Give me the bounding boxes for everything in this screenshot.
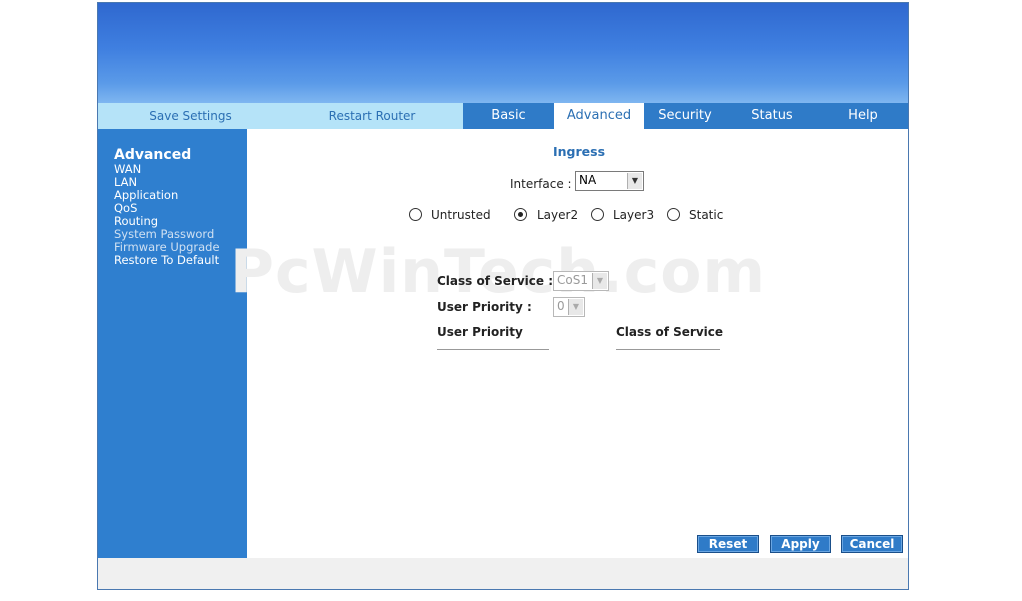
watermark: PcWinTech.com [230, 237, 767, 307]
radio-layer2[interactable] [514, 208, 527, 221]
section-title: Ingress [553, 144, 606, 159]
radio-layer2-label: Layer2 [537, 208, 579, 222]
chevron-down-icon: ▼ [568, 299, 583, 315]
main-content [247, 129, 908, 558]
top-navigation-bar: Save Settings Restart Router Basic Advan… [98, 103, 908, 129]
sidebar-menu: Advanced WAN LAN Application QoS Routing… [98, 129, 247, 558]
footer-bar [98, 558, 908, 589]
tab-advanced[interactable]: Advanced [554, 103, 644, 129]
chevron-down-icon: ▼ [627, 173, 642, 189]
cancel-button[interactable]: Cancel [841, 535, 903, 553]
tab-status[interactable]: Status [726, 103, 818, 129]
header-banner [98, 3, 908, 103]
sidebar-heading: Advanced [114, 147, 192, 163]
table-header-user-priority: User Priority [437, 325, 523, 339]
user-priority-select[interactable]: 0 ▼ [553, 297, 585, 317]
radio-untrusted[interactable] [409, 208, 422, 221]
chevron-down-icon: ▼ [592, 273, 607, 289]
table-divider [437, 349, 549, 350]
user-priority-label: User Priority : [437, 300, 532, 314]
table-divider [616, 349, 720, 350]
tab-security[interactable]: Security [644, 103, 726, 129]
tab-help[interactable]: Help [818, 103, 908, 129]
class-of-service-value: CoS1 [557, 273, 588, 287]
radio-layer3-label: Layer3 [613, 208, 655, 222]
apply-button[interactable]: Apply [770, 535, 831, 553]
user-priority-value: 0 [557, 299, 565, 313]
restart-router-link[interactable]: Restart Router [316, 103, 428, 129]
class-of-service-select[interactable]: CoS1 ▼ [553, 271, 609, 291]
radio-layer3[interactable] [591, 208, 604, 221]
interface-select-value: NA [579, 173, 597, 187]
radio-static[interactable] [667, 208, 680, 221]
radio-untrusted-label: Untrusted [431, 208, 491, 222]
reset-button[interactable]: Reset [697, 535, 759, 553]
interface-select[interactable]: NA ▼ [575, 171, 644, 191]
save-settings-link[interactable]: Save Settings [138, 103, 243, 129]
page-scrollbar[interactable] [1005, 0, 1022, 601]
class-of-service-label: Class of Service : [437, 274, 553, 288]
radio-static-label: Static [689, 208, 724, 222]
interface-label: Interface : [510, 177, 572, 191]
tab-basic[interactable]: Basic [463, 103, 554, 129]
table-header-class-of-service: Class of Service [616, 325, 724, 339]
sidebar-item-restore-to-default[interactable]: Restore To Default [114, 254, 247, 267]
